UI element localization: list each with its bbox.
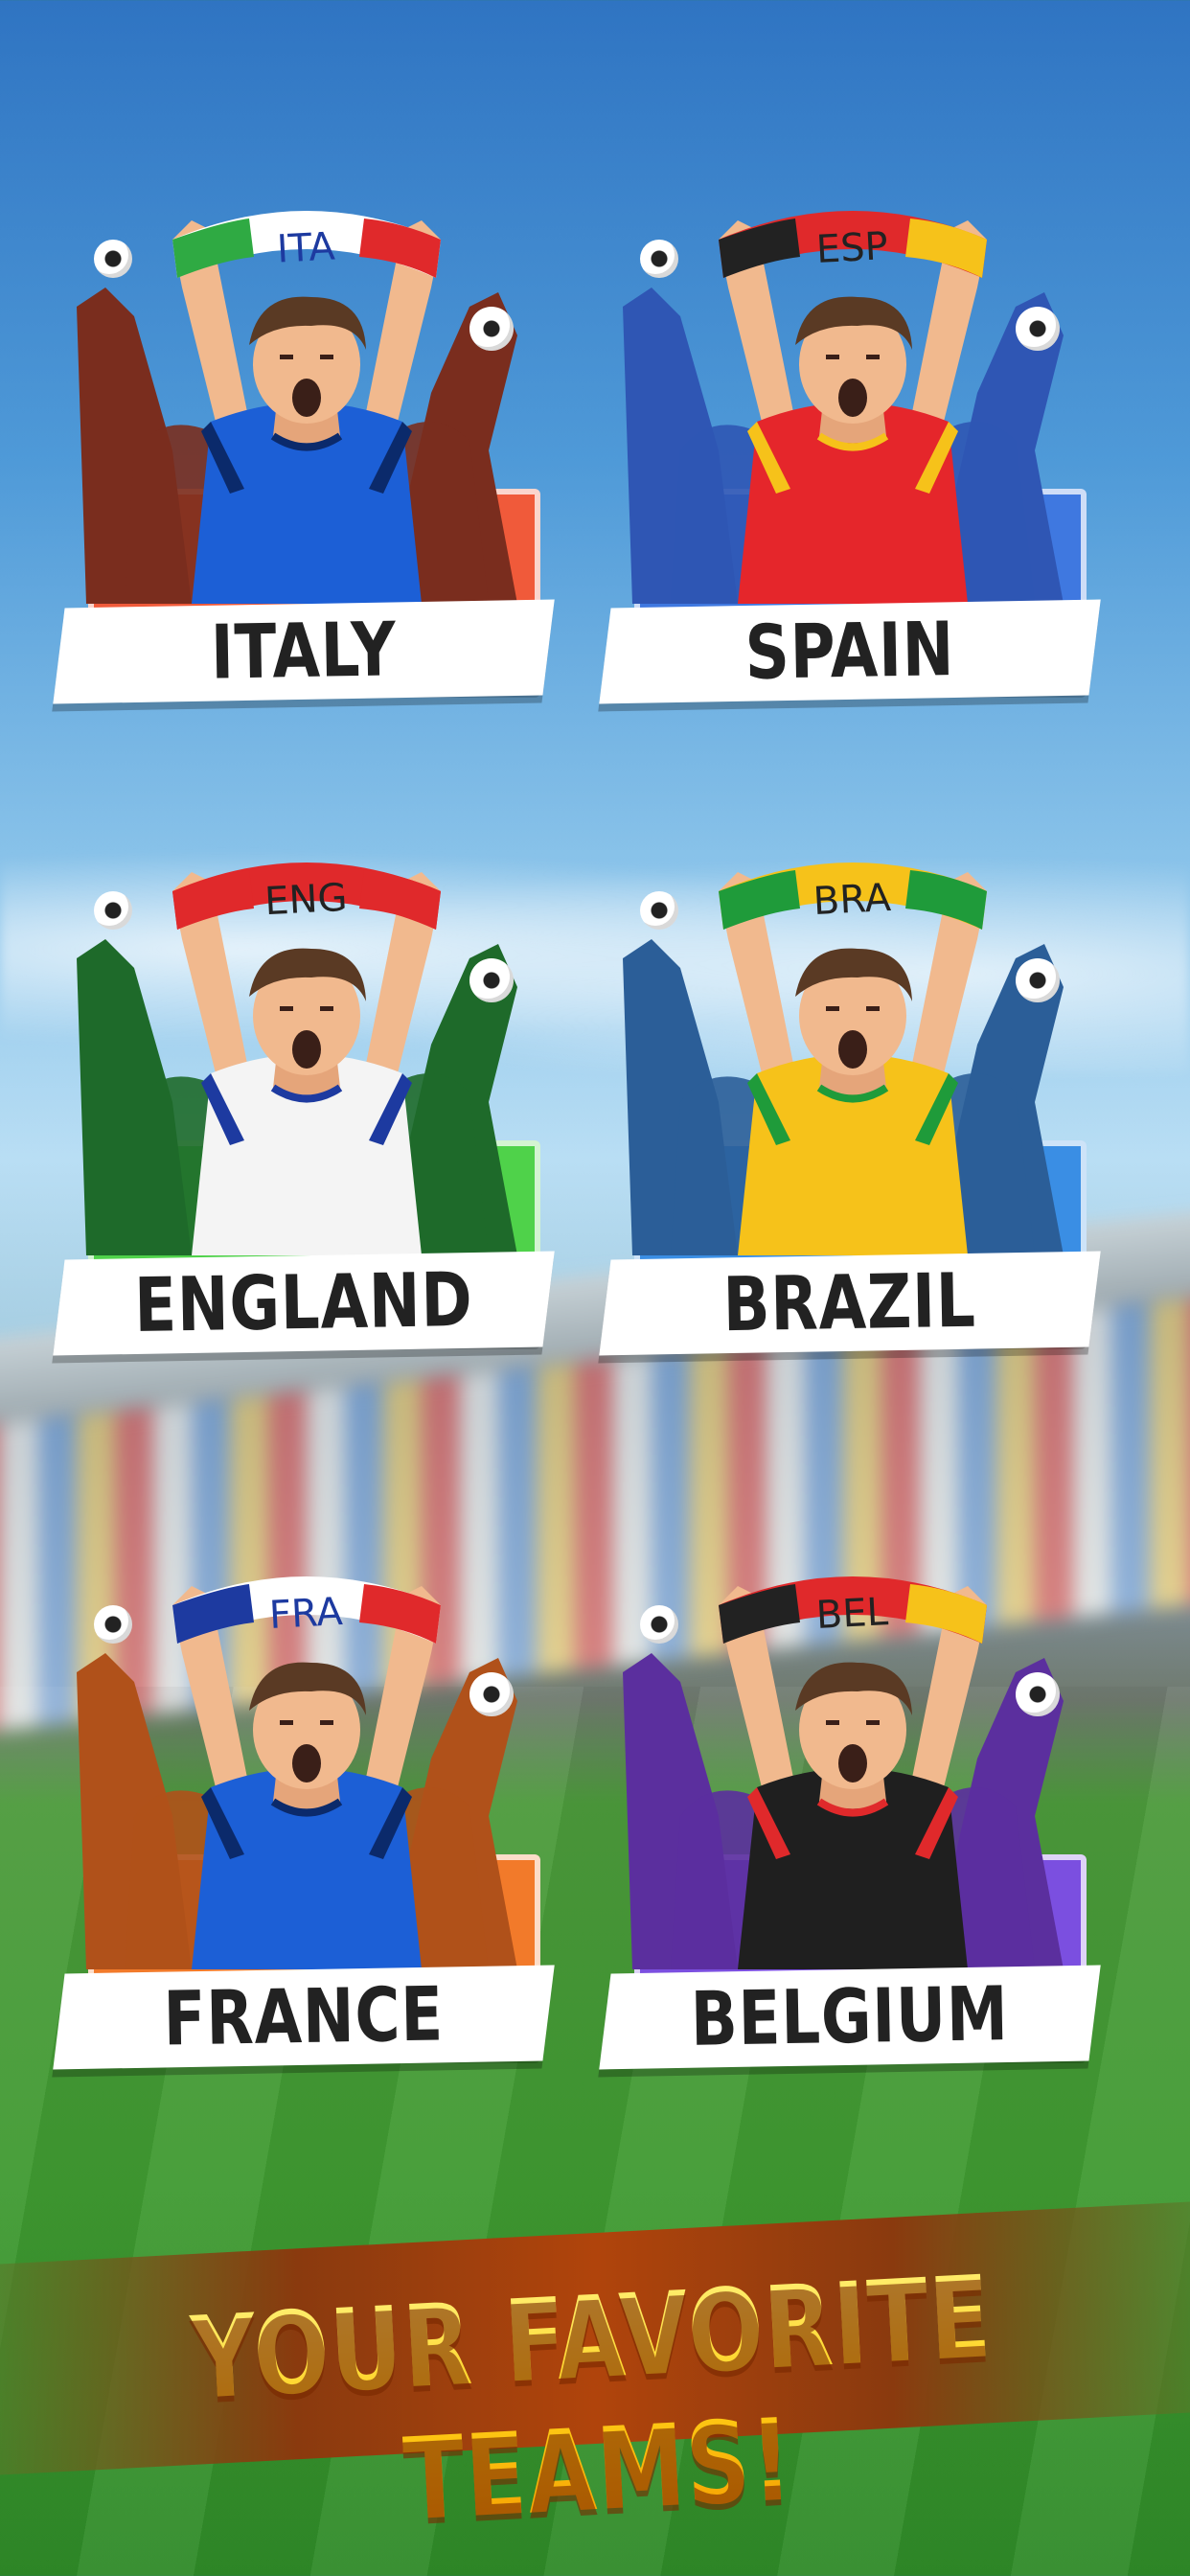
soccer-ball-icon	[640, 891, 678, 930]
soccer-ball-icon	[1016, 958, 1060, 1002]
team-name: BRAZIL	[722, 1257, 977, 1349]
team-name-banner: ENGLAND	[53, 1251, 555, 1356]
tagline-text: YOUR FAVORITE TEAMS!	[125, 2247, 1065, 2560]
team-card-brazil[interactable]: BRA BRAZIL	[599, 853, 1111, 1356]
team-card-england[interactable]: ENG ENGLAND	[53, 853, 565, 1356]
soccer-ball-icon	[469, 307, 514, 351]
team-name-banner: BELGIUM	[599, 1965, 1101, 2070]
team-card-spain[interactable]: ESP SPAIN	[599, 201, 1111, 704]
soccer-ball-icon	[640, 1605, 678, 1644]
soccer-ball-icon	[469, 958, 514, 1002]
svg-text:FRA: FRA	[268, 1590, 344, 1638]
team-name: ENGLAND	[133, 1257, 474, 1349]
soccer-ball-icon	[1016, 307, 1060, 351]
team-name: SPAIN	[744, 607, 956, 697]
team-name-banner: ITALY	[53, 599, 555, 704]
soccer-ball-icon	[94, 891, 132, 930]
svg-text:BEL: BEL	[815, 1590, 890, 1638]
team-name-banner: BRAZIL	[599, 1251, 1101, 1356]
svg-text:BRA: BRA	[812, 876, 893, 924]
team-card-france[interactable]: FRA FRANCE	[53, 1567, 565, 2070]
team-name-banner: FRANCE	[53, 1965, 555, 2070]
svg-text:ITA: ITA	[276, 224, 336, 271]
team-card-belgium[interactable]: BEL BELGIUM	[599, 1567, 1111, 2070]
team-name-banner: SPAIN	[599, 599, 1101, 704]
svg-text:ESP: ESP	[815, 224, 889, 272]
soccer-ball-icon	[94, 1605, 132, 1644]
soccer-ball-icon	[1016, 1672, 1060, 1716]
svg-text:ENG: ENG	[263, 876, 348, 924]
soccer-ball-icon	[640, 240, 678, 278]
team-name: ITALY	[210, 607, 398, 697]
soccer-ball-icon	[94, 240, 132, 278]
team-name: FRANCE	[163, 1971, 445, 2063]
team-card-italy[interactable]: ITA ITALY	[53, 201, 565, 704]
team-name: BELGIUM	[690, 1971, 1010, 2063]
soccer-ball-icon	[469, 1672, 514, 1716]
